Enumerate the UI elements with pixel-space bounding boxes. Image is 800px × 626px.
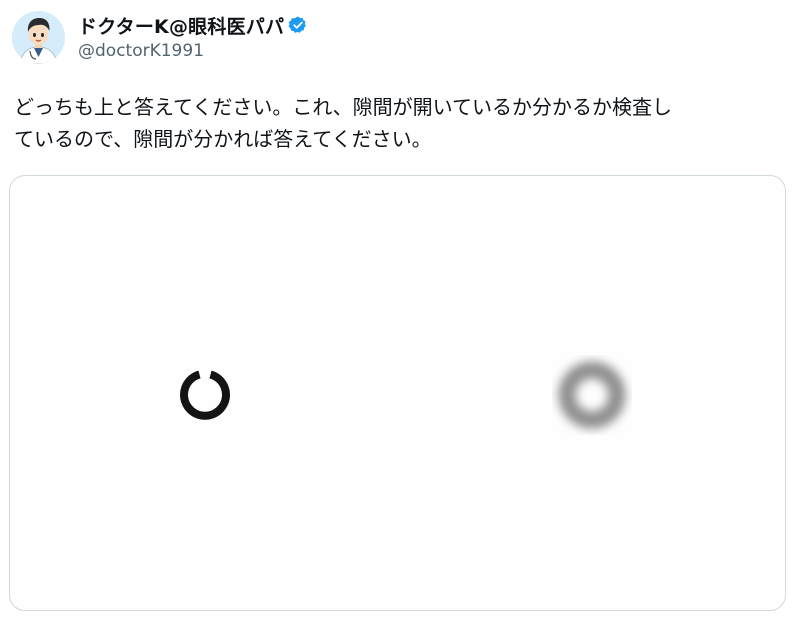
post-image[interactable] [9, 175, 786, 611]
name-row: ドクターK@眼科医パパ [78, 10, 308, 40]
blurred-ring [558, 361, 626, 429]
tweet: ドクターK@眼科医パパ @doctorK1991 どっちも上と答えてください。こ… [0, 0, 800, 626]
author-block: ドクターK@眼科医パパ @doctorK1991 [78, 10, 308, 61]
post-text: どっちも上と答えてください。これ、隙間が開いているか分かるか検査し ているので、… [14, 95, 672, 151]
user-handle[interactable]: @doctorK1991 [78, 41, 308, 61]
display-name[interactable]: ドクターK@眼科医パパ [78, 12, 284, 39]
sharp-ring-with-gap-top [180, 370, 230, 420]
verified-badge-icon [288, 15, 308, 35]
avatar[interactable] [12, 11, 65, 64]
doctor-avatar-icon [12, 11, 65, 64]
